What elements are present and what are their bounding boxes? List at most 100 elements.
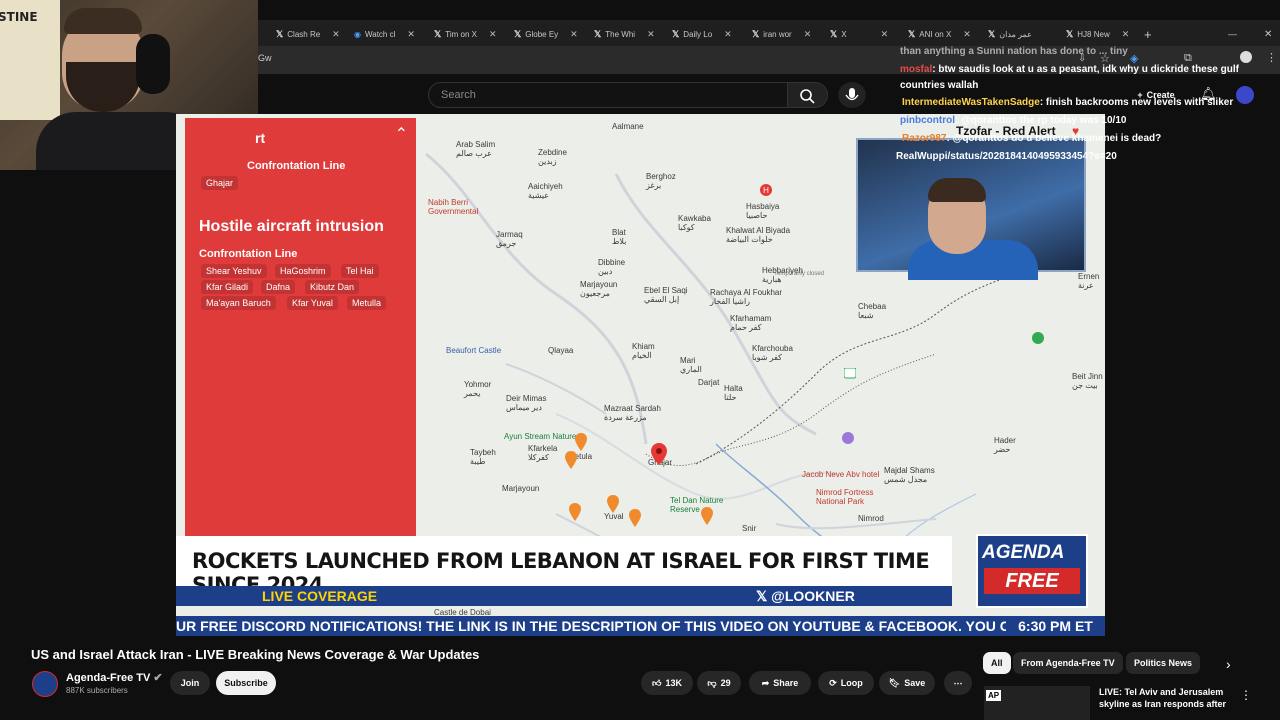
tab-close-icon[interactable]: ✕ — [332, 29, 340, 40]
account-avatar[interactable] — [1236, 86, 1254, 104]
tab-label: Daily Lo — [683, 29, 713, 39]
live-coverage-label: LIVE COVERAGE — [262, 588, 378, 604]
like-button[interactable]: 👍︎ 13K — [641, 671, 693, 695]
browser-tab[interactable]: 𝕏 Daily Lo ✕ — [672, 24, 732, 44]
filter-chip-all[interactable]: All — [983, 652, 1011, 674]
video-player[interactable]: Arab Salim عرب صالم Aalmane Zebdine زبدين … — [176, 114, 1105, 636]
logo-bottom-text: FREE — [984, 568, 1080, 594]
tab-label: Clash Re — [287, 29, 321, 39]
collapse-chevron-icon[interactable]: ⌃ — [395, 124, 408, 144]
mic-icon — [845, 88, 859, 101]
new-tab-button[interactable]: + — [1144, 24, 1152, 44]
map-label: Rachaya Al Foukhar راشيا الفخار — [710, 288, 783, 306]
map-label: Kfarkela كفركلا — [528, 444, 558, 462]
save-button[interactable]: 🔖︎ Save — [879, 671, 935, 695]
orange-pin-icon — [701, 507, 713, 525]
map-label: Khalwat Al Biyada خلوات البياضة — [726, 226, 791, 244]
tab-close-icon[interactable]: ✕ — [489, 29, 497, 40]
more-actions-button[interactable]: ⋯ — [944, 671, 972, 695]
x-handle: 𝕏 @LOOKNER — [756, 588, 855, 605]
minimize-icon[interactable]: — — [1228, 24, 1237, 44]
location-chip: Ma'ayan Baruch — [201, 296, 276, 310]
browser-tab[interactable]: 𝕏 The Whi ✕ — [594, 24, 655, 44]
tab-label: The Whi — [605, 29, 636, 39]
browser-tab[interactable]: 𝕏 HJ8 New ✕ — [1066, 24, 1129, 44]
voice-search-button[interactable] — [838, 82, 866, 108]
browser-tab[interactable]: 𝕏 Globe Ey ✕ — [514, 24, 578, 44]
tab-close-icon[interactable]: ✕ — [570, 29, 578, 40]
browser-tab[interactable]: 𝕏 X ✕ — [830, 24, 888, 44]
related-thumbnail[interactable]: AP — [984, 686, 1090, 720]
x-logo-icon: 𝕏 — [830, 28, 838, 39]
location-chip: Kfar Giladi — [201, 280, 254, 294]
browser-tab[interactable]: 𝕏 Tim on X ✕ — [434, 24, 497, 44]
hospital-icon: H — [760, 184, 772, 196]
window-close-icon[interactable]: ✕ — [1264, 24, 1272, 44]
profile-avatar[interactable] — [1240, 51, 1252, 63]
map-note: Temporarily closed — [774, 271, 825, 277]
map-label: Mazraat Sardah مزرعة سردة — [604, 404, 661, 422]
browser-tab-bar: 𝕏 Clash Re ✕ ◉ Watch cl ✕ 𝕏 Tim on X ✕ 𝕏 Globe … — [258, 20, 1280, 46]
related-title-line2[interactable]: skyline as Iran responds after — [1099, 699, 1226, 709]
browser-tab[interactable]: 𝕏 عمر مدان — [988, 24, 1032, 44]
svg-text:H: H — [763, 186, 769, 195]
orange-pin-icon — [575, 433, 587, 451]
orange-pin-icon — [565, 451, 577, 469]
browser-tab[interactable]: 𝕏 Clash Re ✕ — [276, 24, 340, 44]
webcam-beard — [66, 62, 140, 112]
dislike-count: 29 — [720, 678, 731, 688]
loop-icon: ⟳ — [829, 677, 837, 688]
tab-label: عمر مدان — [999, 29, 1032, 39]
browser-tab[interactable]: 𝕏 ANI on X ✕ — [908, 24, 971, 44]
map-label: Snir — [742, 524, 757, 533]
map-label: Kawkaba كوكبا — [678, 214, 711, 232]
tab-close-icon[interactable]: ✕ — [881, 29, 889, 40]
subscribe-button[interactable]: Subscribe — [216, 671, 276, 695]
search-input[interactable]: Search — [428, 82, 788, 108]
map-label: Qlayaa — [548, 346, 574, 355]
url-text[interactable]: Gw — [258, 53, 272, 63]
map-poi: Nimrod Fortress National Park — [816, 488, 874, 506]
chat-message: than anything a Sunni nation has done to… — [900, 46, 1128, 57]
map-poi: Ayun Stream Nature — [504, 432, 577, 441]
map-label: Hasbaiya حاصبيا — [746, 202, 780, 220]
related-title[interactable]: LIVE: Tel Aviv and Jerusalem — [1099, 687, 1223, 697]
bookmark-icon: 🔖︎ — [888, 677, 901, 688]
map-label: Marjayoun مرجعيون — [580, 280, 618, 298]
x-logo-icon: 𝕏 — [988, 28, 996, 39]
browser-tab[interactable]: 𝕏iran wor ✕ — [752, 24, 811, 44]
map-poi: Jacob Neve Abv hotel — [802, 470, 880, 479]
related-more-icon[interactable]: ⋮ — [1240, 688, 1252, 702]
tab-close-icon[interactable]: ✕ — [804, 29, 812, 40]
tab-close-icon[interactable]: ✕ — [407, 29, 415, 40]
chevron-right-icon[interactable]: › — [1226, 656, 1231, 672]
x-logo-icon: 𝕏 — [594, 28, 602, 39]
tab-close-icon[interactable]: ✕ — [963, 29, 971, 40]
tab-label: iran wor — [763, 29, 792, 39]
orange-pin-icon — [569, 503, 581, 521]
loop-button[interactable]: ⟳ Loop — [818, 671, 874, 695]
x-logo-icon: 𝕏 — [434, 28, 442, 39]
map-label: Aaichiyeh عيشية — [528, 182, 563, 200]
dislike-button[interactable]: 👎︎ 29 — [697, 671, 741, 695]
location-chip: Kfar Yuval — [287, 296, 338, 310]
headline-banner: ROCKETS LAUNCHED FROM LEBANON AT ISRAEL … — [176, 536, 952, 597]
tab-close-icon[interactable]: ✕ — [1122, 29, 1130, 40]
browser-menu-icon[interactable]: ⋮ — [1266, 51, 1277, 64]
tab-close-icon[interactable]: ✕ — [724, 29, 732, 40]
location-chip: Dafna — [261, 280, 296, 294]
join-button[interactable]: Join — [170, 671, 210, 695]
filter-chip-channel[interactable]: From Agenda-Free TV — [1013, 652, 1123, 674]
map-label: Taybeh طيبة — [470, 448, 496, 466]
location-chip: Shear Yeshuv — [201, 264, 267, 278]
tab-close-icon[interactable]: ✕ — [647, 29, 655, 40]
search-button[interactable] — [788, 82, 828, 108]
share-button[interactable]: ➦ Share — [749, 671, 811, 695]
thumbs-down-icon: 👎︎ — [707, 677, 717, 688]
map-label: Aalmane — [612, 122, 644, 131]
filter-chip-politics[interactable]: Politics News — [1126, 652, 1201, 674]
location-chip: Tel Hai — [341, 264, 379, 278]
channel-name[interactable]: Agenda-Free TV ✔ — [66, 671, 163, 684]
channel-avatar[interactable] — [32, 671, 58, 697]
browser-tab[interactable]: ◉ Watch cl ✕ — [354, 24, 415, 44]
